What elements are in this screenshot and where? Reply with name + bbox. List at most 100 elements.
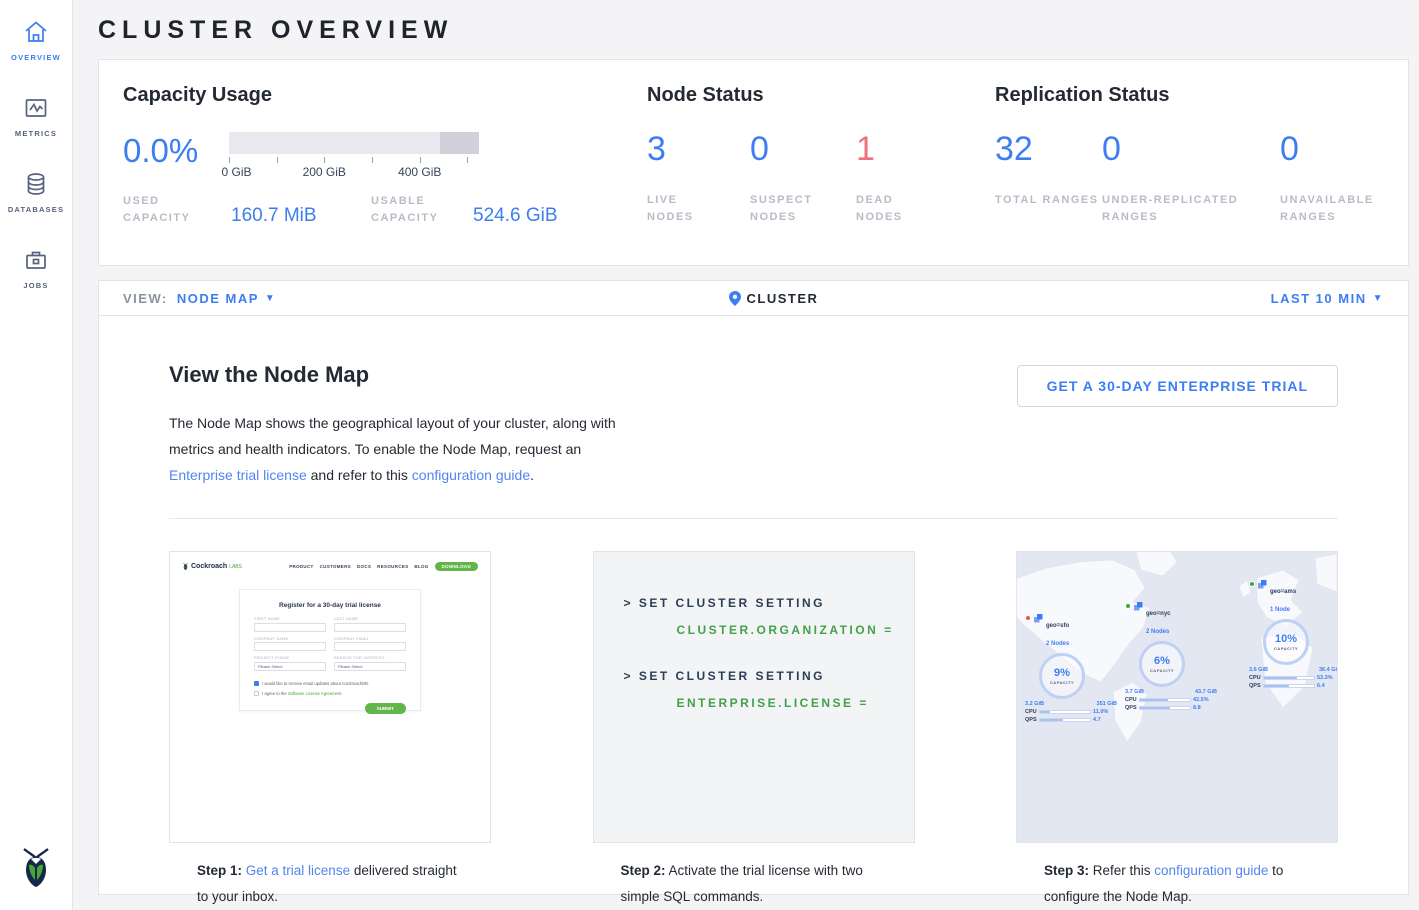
capacity-label: CAPACITY: [1150, 668, 1174, 673]
step2-caption: Step 2: Activate the trial license with …: [594, 842, 914, 910]
unavailable-ranges-stat: 0 UNAVAILABLE RANGES: [1280, 132, 1390, 226]
used-gib: 3.7 GiB: [1125, 689, 1144, 695]
mock-field-label: COMPANY NAME: [254, 637, 326, 641]
database-icon: [22, 170, 50, 198]
mock-download-button: DOWNLOAD: [435, 562, 478, 571]
briefcase-icon: [22, 246, 50, 274]
locality-name: geo=sfo: [1046, 623, 1069, 629]
locality-badge-ams: geo=ams1 Node 10%CAPACITY 3.6 GiB36.4 Gi…: [1249, 580, 1337, 691]
mock-field-label: FIRST NAME: [254, 617, 326, 621]
sql-command: > SET CLUSTER SETTING: [624, 669, 914, 683]
sidebar-item-overview[interactable]: OVERVIEW: [11, 18, 61, 62]
qps-value: 6.4: [1317, 683, 1325, 689]
enterprise-trial-license-link[interactable]: Enterprise trial license: [169, 467, 307, 483]
mock-submit-button: SUBMIT: [365, 703, 406, 714]
mock-field-label: PROJECT PHASE: [254, 656, 326, 660]
mock-checkbox1-label: I would like to receive email updates ab…: [262, 681, 369, 686]
node-map-panel: VIEW: NODE MAP ▼ CLUSTER LAST 10 MIN ▼: [98, 280, 1409, 895]
scope-breadcrumb: CLUSTER: [276, 291, 1270, 306]
sidebar-item-metrics[interactable]: METRICS: [15, 94, 57, 138]
time-range-dropdown[interactable]: LAST 10 MIN ▼: [1271, 291, 1384, 306]
locality-nodes: 1 Node: [1270, 607, 1290, 613]
capacity-gauge: 0 GiB 200 GiB 400 GiB: [229, 132, 479, 179]
sidebar-item-databases[interactable]: DATABASES: [8, 170, 64, 214]
locality-badge-nyc: geo=nyc 2 Nodes 6%CAPACITY 3.7 GiB 43.7 Gi…: [1125, 602, 1217, 713]
step-label: Step 2:: [621, 863, 666, 878]
locality-name: geo=nyc: [1146, 611, 1171, 617]
configuration-guide-link[interactable]: configuration guide: [1154, 863, 1268, 878]
description-text: and refer to this: [307, 467, 412, 483]
sidebar-item-label: METRICS: [15, 129, 57, 138]
metrics-icon: [22, 94, 50, 122]
description-text: The Node Map shows the geographical layo…: [169, 415, 616, 457]
mock-nav-item: BLOG: [414, 564, 428, 569]
locality-name: geo=ams: [1270, 589, 1296, 595]
step3-caption: Step 3: Refer this configuration guide t…: [1017, 842, 1337, 910]
qps-label: QPS: [1025, 717, 1037, 723]
mock-nav-item: DOCS: [357, 564, 371, 569]
nodes-icon: [1258, 580, 1267, 589]
suspect-nodes-label: SUSPECT NODES: [750, 192, 828, 226]
get-trial-license-link[interactable]: Get a trial license: [246, 863, 350, 878]
view-mode-value: NODE MAP: [177, 291, 259, 306]
total-gib: 43.7 GiB: [1195, 689, 1217, 695]
view-mode-dropdown[interactable]: NODE MAP ▼: [177, 291, 276, 306]
divider: [169, 518, 1338, 519]
cluster-summary-panel: Capacity Usage 0.0% 0 GiB 200 GiB 400 Gi…: [98, 59, 1409, 266]
live-nodes-stat: 3 LIVE NODES: [647, 132, 750, 226]
qps-value: 4.7: [1093, 717, 1101, 723]
sidebar-item-jobs[interactable]: JOBS: [22, 246, 50, 290]
usable-capacity-label: USABLE CAPACITY: [371, 193, 473, 227]
cockroach-mini-logo-icon: [182, 562, 189, 571]
chevron-down-icon: ▼: [1373, 293, 1384, 304]
gauge-tick-label: 200 GiB: [303, 165, 346, 179]
qps-value: 8.8: [1193, 705, 1201, 711]
capacity-percent: 6%: [1154, 656, 1170, 667]
usable-capacity-value: 524.6 GiB: [473, 206, 613, 227]
mock-nav-item: RESOURCES: [377, 564, 408, 569]
replication-status-title: Replication Status: [995, 84, 1408, 107]
capacity-used-percent: 0.0%: [123, 132, 229, 167]
view-bar: VIEW: NODE MAP ▼ CLUSTER LAST 10 MIN ▼: [99, 281, 1408, 316]
view-label: VIEW:: [123, 291, 168, 306]
total-gib: 351 GiB: [1097, 701, 1117, 707]
capacity-label: CAPACITY: [1050, 680, 1074, 685]
locality-badge-sfo: geo=sfo2 Nodes 9%CAPACITY 3.2 GiB351 GiB…: [1025, 614, 1117, 725]
total-ranges-stat: 32 TOTAL RANGES: [995, 132, 1102, 226]
live-nodes-value: 3: [647, 132, 750, 166]
mock-brand: Cockroach: [191, 563, 227, 570]
total-gib: 36.4 GiB: [1319, 667, 1337, 673]
capacity-usage-title: Capacity Usage: [123, 84, 647, 107]
cpu-label: CPU: [1025, 709, 1037, 715]
step-label: Step 1:: [197, 863, 242, 878]
mock-brand-suffix: LABS: [229, 564, 242, 570]
sql-command: > SET CLUSTER SETTING: [624, 596, 914, 610]
sidebar-item-label: DATABASES: [8, 205, 64, 214]
configuration-guide-link[interactable]: configuration guide: [412, 467, 530, 483]
cockroachdb-logo: [16, 843, 56, 896]
unavailable-ranges-label: UNAVAILABLE RANGES: [1280, 192, 1390, 226]
mock-nav-item: CUSTOMERS: [320, 564, 351, 569]
mock-field-label: REASON FOR INTEREST: [334, 656, 406, 660]
dead-nodes-label: DEAD NODES: [856, 192, 934, 226]
sidebar: OVERVIEW METRICS DATABASES JOBS: [0, 0, 73, 910]
qps-label: QPS: [1249, 683, 1261, 689]
node-status-title: Node Status: [647, 84, 995, 107]
enterprise-trial-button[interactable]: GET A 30-DAY ENTERPRISE TRIAL: [1017, 365, 1338, 407]
dead-nodes-stat: 1 DEAD NODES: [856, 132, 934, 226]
step2-card: > SET CLUSTER SETTING CLUSTER.ORGANIZATI…: [593, 551, 915, 843]
under-replicated-stat: 0 UNDER-REPLICATED RANGES: [1102, 132, 1280, 226]
locality-nodes: 2 Nodes: [1146, 629, 1169, 635]
nodes-icon: [1034, 614, 1043, 623]
step-label: Step 3:: [1044, 863, 1089, 878]
node-map-content: View the Node Map The Node Map shows the…: [99, 316, 1408, 894]
mock-field-label: LAST NAME: [334, 617, 406, 621]
node-status-section: Node Status 3 LIVE NODES 0 SUSPECT NODES…: [647, 84, 995, 265]
locality-nodes: 2 Nodes: [1046, 641, 1069, 647]
chevron-down-icon: ▼: [265, 293, 276, 304]
page-title: CLUSTER OVERVIEW: [98, 16, 1409, 45]
node-map-thumbnail: geo=sfo2 Nodes 9%CAPACITY 3.2 GiB351 GiB…: [1017, 552, 1337, 842]
mock-field-label: COMPANY EMAIL: [334, 637, 406, 641]
dead-status-dot: [1025, 615, 1031, 621]
node-map-heading: View the Node Map: [169, 362, 639, 388]
